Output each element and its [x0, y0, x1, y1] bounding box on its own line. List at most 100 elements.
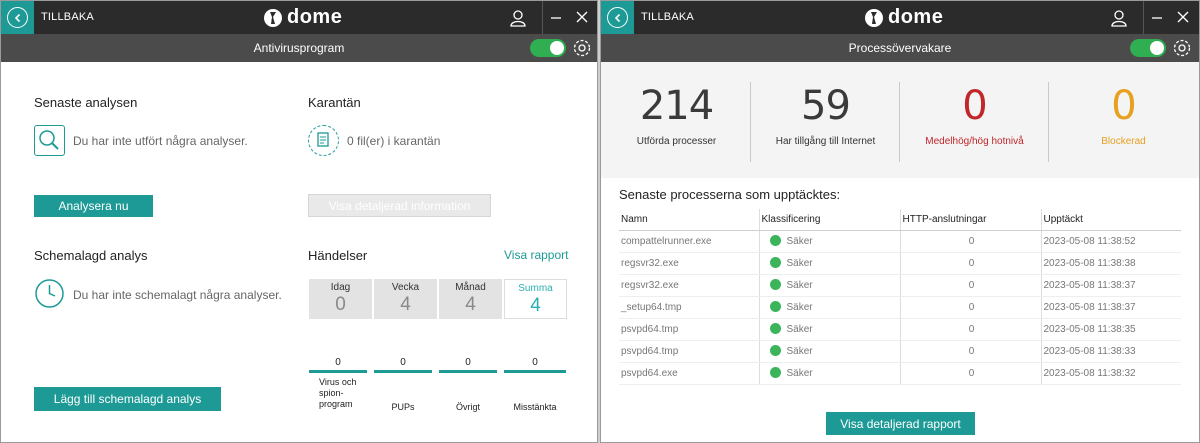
category-pups: 0 PUPs	[374, 357, 432, 413]
table-row[interactable]: psvpd64.tmp Säker 0 2023-05-08 11:38:35	[619, 318, 1181, 341]
table-row[interactable]: _setup64.tmp Säker 0 2023-05-08 11:38:37	[619, 296, 1181, 319]
stat-internet-access: 59 Har tillgång till Internet	[753, 82, 898, 147]
class-label: Säker	[786, 324, 813, 335]
title-bar: TILLBAKA dome	[1, 1, 597, 34]
events-total[interactable]: Summa 4	[504, 279, 567, 319]
stat-value: 59	[801, 83, 851, 129]
stat-threat-level: 0 Medelhög/hög hotnivå	[902, 82, 1047, 147]
events-today[interactable]: Idag 0	[309, 279, 372, 319]
minimize-icon	[1152, 17, 1162, 19]
process-http: 0	[900, 274, 1042, 297]
process-http: 0	[900, 252, 1042, 275]
last-scan-title: Senaste analysen	[34, 95, 138, 110]
safe-status-icon	[769, 301, 781, 312]
process-name: regsvr32.exe	[619, 252, 760, 275]
view-detailed-report-button[interactable]: Visa detaljerad rapport	[826, 412, 975, 435]
column-name[interactable]: Namn	[619, 209, 760, 231]
process-class: Säker	[759, 274, 901, 297]
safe-status-icon	[769, 345, 781, 356]
category-other: 0 Övrigt	[439, 357, 497, 413]
table-row[interactable]: regsvr32.exe Säker 0 2023-05-08 11:38:37	[619, 274, 1181, 297]
table-row[interactable]: regsvr32.exe Säker 0 2023-05-08 11:38:38	[619, 252, 1181, 275]
table-row[interactable]: compattelrunner.exe Säker 0 2023-05-08 1…	[619, 230, 1181, 253]
process-monitor-toggle[interactable]	[1130, 39, 1166, 57]
category-bar	[374, 370, 432, 373]
view-report-link[interactable]: Visa rapport	[504, 248, 568, 262]
add-scheduled-scan-button[interactable]: Lägg till schemalagd analys	[34, 387, 221, 411]
category-bar	[309, 370, 367, 373]
toggle-knob	[550, 41, 564, 55]
scheduled-scan-title: Schemalagd analys	[34, 248, 148, 263]
period-value: 4	[530, 295, 541, 316]
recent-processes-title: Senaste processerna som upptäcktes:	[619, 187, 841, 202]
safe-status-icon	[769, 323, 781, 334]
process-class: Säker	[759, 296, 901, 319]
process-class: Säker	[759, 252, 901, 275]
minimize-button[interactable]	[549, 10, 563, 24]
table-row[interactable]: psvpd64.tmp Säker 0 2023-05-08 11:38:33	[619, 340, 1181, 363]
category-count: 0	[335, 357, 341, 368]
period-value: 4	[400, 294, 411, 315]
safe-status-icon	[769, 279, 781, 290]
back-label[interactable]: TILLBAKA	[641, 11, 694, 23]
close-button[interactable]	[575, 10, 589, 24]
stat-label: Utförda processer	[636, 136, 717, 147]
column-http[interactable]: HTTP-anslutningar	[900, 209, 1042, 231]
process-class: Säker	[759, 318, 901, 341]
process-name: _setup64.tmp	[619, 296, 760, 319]
settings-button[interactable]	[1172, 38, 1192, 58]
process-time: 2023-05-08 11:38:37	[1041, 274, 1181, 297]
category-count: 0	[532, 357, 538, 368]
toggle-knob	[1150, 41, 1164, 55]
view-details-button[interactable]: Visa detaljerad information	[308, 194, 491, 217]
period-label: Idag	[330, 282, 351, 293]
minimize-icon	[551, 17, 561, 19]
user-button[interactable]	[508, 8, 528, 28]
process-stats: 214 Utförda processer 59 Har tillgång ti…	[601, 62, 1199, 178]
last-scan-text: Du har inte utfört några analyser.	[73, 134, 248, 148]
back-button[interactable]	[601, 1, 634, 34]
stat-label: Har tillgång till Internet	[775, 136, 876, 147]
stat-label: Medelhög/hög hotnivå	[925, 136, 1024, 147]
table-header: Namn Klassificering HTTP-anslutningar Up…	[619, 209, 1181, 231]
process-monitor-window: TILLBAKA dome Processövervakare 214 Utfö…	[600, 0, 1200, 443]
gear-icon	[1173, 39, 1191, 57]
user-icon	[1111, 10, 1127, 27]
minimize-button[interactable]	[1150, 10, 1164, 24]
category-bar	[439, 370, 497, 373]
period-label: Vecka	[391, 282, 420, 293]
column-classification[interactable]: Klassificering	[759, 209, 901, 231]
user-button[interactable]	[1109, 8, 1129, 28]
section-title: Processövervakare	[848, 41, 952, 55]
back-label[interactable]: TILLBAKA	[41, 11, 94, 23]
scan-now-button[interactable]: Analysera nu	[34, 195, 153, 217]
antivirus-toggle[interactable]	[530, 39, 566, 57]
close-icon	[576, 11, 588, 23]
stat-blocked: 0 Blockerad	[1051, 82, 1196, 147]
back-button[interactable]	[1, 1, 34, 34]
logo-text: dome	[888, 6, 944, 28]
process-http: 0	[900, 230, 1042, 253]
process-name: regsvr32.exe	[619, 274, 760, 297]
stat-divider	[750, 82, 751, 162]
process-http: 0	[900, 340, 1042, 363]
scheduled-scan-text: Du har inte schemalagt några analyser.	[73, 288, 282, 302]
category-count: 0	[465, 357, 471, 368]
category-suspicious: 0 Misstänkta	[504, 357, 566, 413]
process-class: Säker	[759, 230, 901, 253]
close-button[interactable]	[1176, 10, 1190, 24]
back-icon	[607, 7, 628, 28]
events-month[interactable]: Månad 4	[439, 279, 502, 319]
settings-button[interactable]	[572, 38, 592, 58]
column-detected[interactable]: Upptäckt	[1041, 209, 1181, 231]
events-title: Händelser	[308, 248, 368, 263]
process-http: 0	[900, 362, 1042, 385]
category-label: Övrigt	[455, 402, 480, 412]
events-week[interactable]: Vecka 4	[374, 279, 437, 319]
category-label: Misstänkta	[513, 402, 557, 412]
close-icon	[1177, 11, 1189, 23]
clock-icon	[34, 278, 65, 309]
process-time: 2023-05-08 11:38:52	[1041, 230, 1181, 253]
period-label: Summa	[518, 283, 553, 294]
table-row[interactable]: psvpd64.exe Säker 0 2023-05-08 11:38:32	[619, 362, 1181, 385]
